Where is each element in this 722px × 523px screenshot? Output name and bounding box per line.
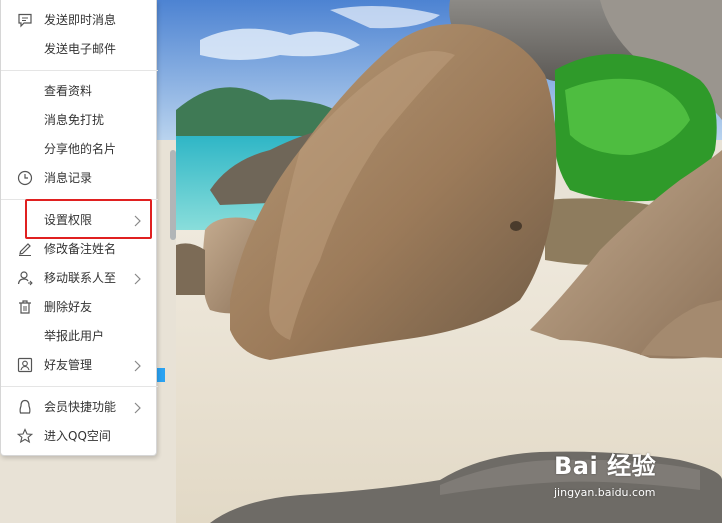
- watermark-logo-text: Bai 经验: [554, 452, 657, 480]
- menu-item-label: 好友管理: [44, 358, 93, 372]
- menu-item-label: 消息记录: [44, 171, 93, 185]
- menu-item-label: 消息免打扰: [44, 113, 105, 127]
- menu-separator: [1, 70, 158, 71]
- chevron-right-icon: [130, 358, 144, 372]
- menu-item-label: 修改备注姓名: [44, 242, 117, 256]
- chevron-right-icon: [130, 400, 144, 414]
- star-icon: [17, 428, 33, 444]
- menu-item-label: 发送即时消息: [44, 13, 117, 27]
- menu-item-share-card[interactable]: 分享他的名片: [1, 135, 158, 163]
- pencil-icon: [17, 241, 33, 257]
- menu-item-label: 会员快捷功能: [44, 400, 117, 414]
- highlight-box: [25, 199, 152, 239]
- menu-item-edit-remark[interactable]: 修改备注姓名: [1, 235, 158, 263]
- menu-item-vip-shortcuts[interactable]: 会员快捷功能: [1, 393, 158, 421]
- menu-item-view-profile[interactable]: 查看资料: [1, 77, 158, 105]
- menu-item-enter-qzone[interactable]: 进入QQ空间: [1, 422, 158, 450]
- clock-icon: [17, 170, 33, 186]
- menu-item-label: 进入QQ空间: [44, 429, 111, 443]
- menu-item-label: 举报此用户: [44, 329, 105, 343]
- menu-separator: [1, 386, 158, 387]
- watermark-url: jingyan.baidu.com: [554, 486, 656, 499]
- person-move-icon: [17, 270, 33, 286]
- menu-item-report-user[interactable]: 举报此用户: [1, 322, 158, 350]
- blue-edge-marker: [157, 368, 165, 382]
- menu-item-message-history[interactable]: 消息记录: [1, 164, 158, 192]
- menu-item-friend-management[interactable]: 好友管理: [1, 351, 158, 379]
- menu-item-label: 删除好友: [44, 300, 93, 314]
- menu-item-delete-friend[interactable]: 删除好友: [1, 293, 158, 321]
- menu-item-label: 分享他的名片: [44, 142, 117, 156]
- penguin-icon: [17, 399, 33, 415]
- trash-icon: [17, 299, 33, 315]
- menu-item-do-not-disturb[interactable]: 消息免打扰: [1, 106, 158, 134]
- menu-item-label: 查看资料: [44, 84, 93, 98]
- scrollbar-thumb[interactable]: [170, 150, 176, 240]
- chevron-right-icon: [130, 271, 144, 285]
- menu-item-send-instant-message[interactable]: 发送即时消息: [1, 6, 158, 34]
- menu-item-label: 移动联系人至: [44, 271, 117, 285]
- menu-item-move-contact[interactable]: 移动联系人至: [1, 264, 158, 292]
- menu-item-label: 发送电子邮件: [44, 42, 117, 56]
- chat-bubble-icon: [17, 12, 33, 28]
- baidu-jingyan-watermark: Bai 经验 jingyan.baidu.com: [554, 446, 657, 499]
- menu-item-send-email[interactable]: 发送电子邮件: [1, 35, 158, 63]
- person-card-icon: [17, 357, 33, 373]
